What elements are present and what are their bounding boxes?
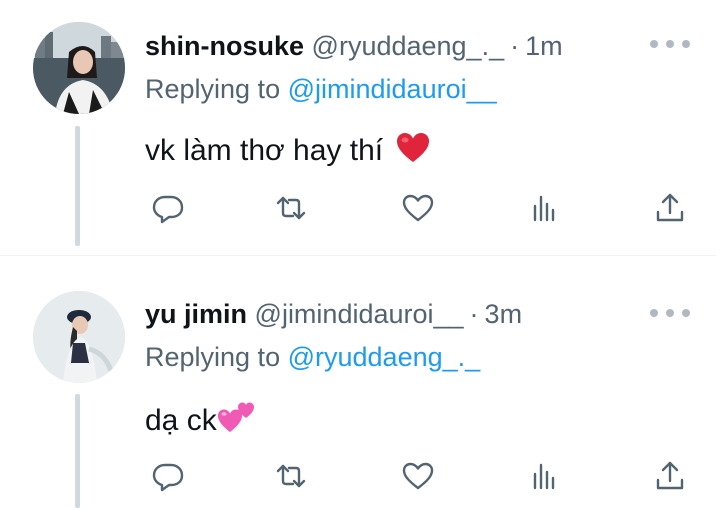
mention-link[interactable]: @jimindidauroi__ [288, 74, 497, 104]
share-button[interactable] [650, 456, 690, 496]
replying-to-label: Replying to [145, 74, 281, 104]
display-name[interactable]: yu jimin [145, 299, 247, 329]
action-bar [145, 456, 695, 496]
tweet-header: yu jimin @jimindidauroi__ · 3m [145, 296, 522, 332]
heart-emoji [397, 133, 430, 162]
user-handle[interactable]: @jimindidauroi__ [255, 299, 464, 329]
retweet-button[interactable] [271, 188, 311, 228]
retweet-icon [276, 464, 306, 488]
reply-button[interactable] [148, 188, 188, 228]
tweet-text-content: dạ ck [145, 404, 217, 437]
tweet[interactable]: shin-nosuke @ryuddaeng_._ · 1m Replying to… [0, 0, 716, 255]
tweet-text-content: vk làm thơ hay thí [145, 134, 384, 167]
retweet-button[interactable] [271, 456, 311, 496]
replying-to: Replying to @jimindidauroi__ [145, 71, 497, 107]
like-button[interactable] [398, 456, 438, 496]
more-options-icon[interactable] [650, 303, 690, 323]
share-button[interactable] [650, 188, 690, 228]
more-options-icon[interactable] [650, 34, 690, 54]
analytics-icon [533, 463, 555, 490]
separator-dot: · [510, 31, 520, 61]
display-name[interactable]: shin-nosuke [145, 31, 304, 61]
tweet-header: shin-nosuke @ryuddaeng_._ · 1m [145, 28, 563, 64]
avatar[interactable] [33, 22, 125, 114]
mention-link[interactable]: @ryuddaeng_._ [288, 342, 481, 372]
reply-icon [152, 195, 184, 224]
timestamp[interactable]: 1m [525, 31, 563, 61]
retweet-icon [276, 196, 306, 220]
user-handle[interactable]: @ryuddaeng_._ [312, 31, 505, 61]
avatar[interactable] [33, 291, 125, 383]
like-button[interactable] [398, 188, 438, 228]
timestamp[interactable]: 3m [485, 299, 523, 329]
share-icon [656, 461, 684, 490]
analytics-button[interactable] [525, 456, 565, 496]
analytics-icon [533, 195, 555, 222]
tweet-text: vk làm thơ hay thí [145, 130, 431, 171]
tweet[interactable]: yu jimin @jimindidauroi__ · 3m Replying to… [0, 256, 716, 508]
analytics-button[interactable] [525, 188, 565, 228]
two-hearts-emoji [217, 402, 254, 432]
separator-dot: · [469, 299, 479, 329]
thread-line [75, 126, 80, 246]
action-bar [145, 188, 695, 228]
like-icon [402, 194, 434, 222]
replying-to: Replying to @ryuddaeng_._ [145, 339, 480, 375]
reply-button[interactable] [148, 456, 188, 496]
replying-to-label: Replying to [145, 342, 281, 372]
share-icon [656, 193, 684, 222]
reply-icon [152, 463, 184, 492]
thread-line [75, 394, 80, 508]
tweet-text: dạ ck [145, 398, 257, 441]
like-icon [402, 462, 434, 490]
